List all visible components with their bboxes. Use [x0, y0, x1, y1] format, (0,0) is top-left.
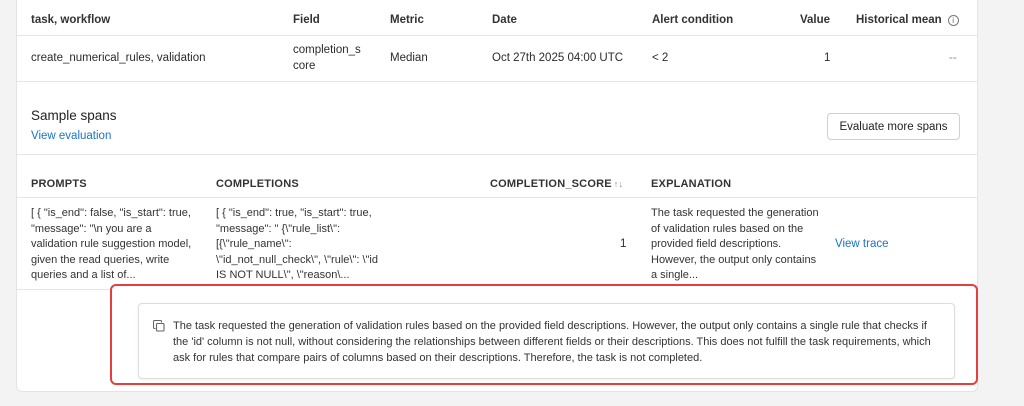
row-date: Oct 27th 2025 04:00 UTC [492, 52, 624, 64]
view-trace-link[interactable]: View trace [835, 238, 888, 250]
span-completion-score: 1 [620, 238, 627, 250]
header-explanation[interactable]: EXPLANATION [651, 178, 731, 190]
header-metric[interactable]: Metric [390, 14, 424, 26]
row-value: 1 [824, 52, 831, 64]
header-date[interactable]: Date [492, 14, 517, 26]
span-completion: [ { "is_end": true, "is_start": true, "m… [216, 207, 378, 281]
info-icon[interactable]: i [947, 15, 959, 26]
copy-icon[interactable] [153, 320, 165, 332]
span-explanation[interactable]: The task requested the generation of val… [651, 206, 819, 284]
row-metric: Median [390, 52, 428, 64]
header-completion-score-label: COMPLETION_SCORE [490, 178, 612, 190]
header-historical-mean-label: Historical mean [856, 14, 942, 26]
spans-divider [17, 154, 977, 155]
alert-table-row: create_numerical_rules, validation compl… [17, 36, 977, 82]
span-prompt: [ { "is_end": false, "is_start": true, "… [31, 207, 192, 281]
sample-spans-title: Sample spans [31, 108, 117, 123]
row-field-line2: core [293, 60, 316, 72]
row-task-workflow: create_numerical_rules, validation [31, 52, 206, 64]
explanation-popup-highlight: The task requested the generation of val… [110, 284, 978, 385]
header-alert-condition[interactable]: Alert condition [652, 14, 733, 26]
view-evaluation-link[interactable]: View evaluation [31, 130, 111, 142]
alert-table-header: task, workflow Field Metric Date Alert c… [17, 0, 977, 36]
header-value[interactable]: Value [800, 14, 830, 26]
row-alert-condition: < 2 [652, 52, 669, 64]
header-completion-score[interactable]: COMPLETION_SCORE ↑↓ [490, 178, 623, 190]
row-field: completion_s core [293, 42, 361, 74]
span-row[interactable]: [ { "is_end": false, "is_start": true, "… [17, 198, 977, 290]
header-completions[interactable]: COMPLETIONS [216, 178, 299, 190]
header-prompts[interactable]: PROMPTS [31, 178, 87, 190]
row-field-line1: completion_s [293, 44, 361, 56]
explanation-popup: The task requested the generation of val… [138, 303, 955, 379]
explanation-popup-text: The task requested the generation of val… [173, 320, 931, 364]
header-historical-mean[interactable]: Historical mean i [856, 14, 959, 26]
header-task-workflow[interactable]: task, workflow [31, 14, 110, 26]
evaluate-more-spans-button[interactable]: Evaluate more spans [827, 113, 960, 140]
sort-icon[interactable]: ↑↓ [614, 179, 623, 189]
spans-table-header: PROMPTS COMPLETIONS COMPLETION_SCORE ↑↓ E… [17, 168, 977, 198]
row-historical-mean: -- [949, 52, 957, 64]
header-field[interactable]: Field [293, 14, 320, 26]
